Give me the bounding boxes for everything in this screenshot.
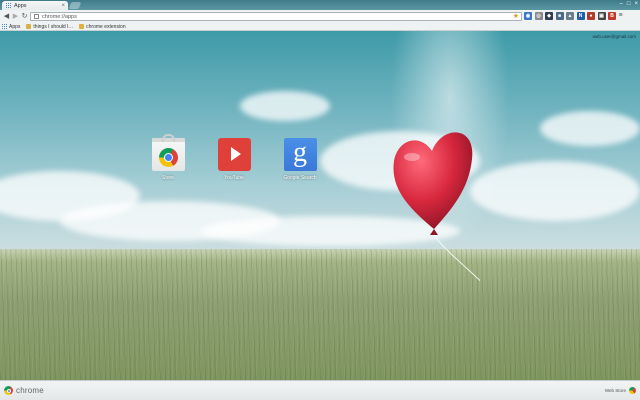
chrome-brand-label: chrome (16, 386, 44, 395)
youtube-icon[interactable] (217, 138, 251, 171)
apps-page: web.user@gmail.com Store YouTube g Googl… (0, 31, 640, 380)
heart-balloon-image (393, 132, 480, 282)
bookmark-label: chrome extension (86, 23, 126, 30)
ext-7-icon[interactable]: ● (587, 12, 595, 20)
close-window-icon[interactable]: × (634, 0, 638, 8)
folder-icon (26, 24, 32, 29)
background-cloud (540, 111, 640, 146)
background-cloud (240, 91, 330, 121)
bookmark-star-icon[interactable]: ★ (513, 13, 519, 20)
ext-1-icon[interactable]: ◉ (524, 12, 532, 20)
menu-hamburger-icon[interactable]: ≡ (619, 12, 623, 20)
maximize-icon[interactable]: □ (627, 0, 631, 8)
ext-8-icon[interactable]: ▣ (597, 12, 606, 20)
app-label[interactable]: Google Search (283, 175, 316, 181)
app-label[interactable]: YouTube (224, 175, 244, 181)
background-grass-field (0, 249, 640, 380)
reload-icon[interactable]: ↻ (20, 12, 29, 21)
omnibox[interactable]: chrome://apps ★ (30, 12, 522, 21)
account-email[interactable]: web.user@gmail.com (593, 34, 636, 39)
ext-4-icon[interactable]: ■ (555, 12, 564, 20)
app-tile-store[interactable]: Store (148, 134, 188, 181)
minimize-icon[interactable]: – (620, 0, 623, 8)
apps-grid-icon (2, 24, 7, 29)
tab-title: Apps (14, 2, 27, 9)
bookmark-label: Apps (9, 23, 21, 30)
bookmark-folder[interactable]: things I should l… (26, 24, 73, 30)
app-tile-google-search[interactable]: g Google Search (280, 138, 320, 181)
forward-arrow-icon[interactable]: ▶ (11, 12, 20, 21)
close-tab-icon[interactable]: × (61, 3, 65, 9)
google-search-icon[interactable]: g (283, 138, 317, 171)
bookmark-label: things I should l… (33, 23, 74, 30)
ext-6-icon[interactable]: N (576, 12, 585, 20)
apps-grid-icon (6, 3, 11, 8)
omnibox-url[interactable]: chrome://apps (42, 14, 510, 20)
app-label[interactable]: Store (162, 175, 174, 181)
ext-9-icon[interactable]: B (608, 12, 616, 20)
web-store-link[interactable]: Web Store (605, 388, 626, 393)
ext-3-icon[interactable]: ◆ (545, 12, 553, 20)
web-store-icon[interactable] (629, 387, 636, 394)
toolbar: ◀ ▶ ↻ chrome://apps ★ ◉ ◎ ◆ ■ ▲ N ● ▣ B ≡ (0, 10, 640, 23)
new-tab-button[interactable] (68, 2, 82, 9)
bookmarks-bar: Apps things I should l… chrome extension (0, 23, 640, 31)
app-tile-youtube[interactable]: YouTube (214, 138, 254, 181)
apps-grid: Store YouTube g Google Search (148, 134, 320, 181)
ext-5-icon[interactable]: ▲ (566, 12, 574, 20)
chrome-logo-icon (4, 386, 13, 395)
bookmark-apps[interactable]: Apps (2, 24, 20, 30)
tab-strip: Apps × – □ × (0, 0, 640, 10)
ext-2-icon[interactable]: ◎ (534, 12, 543, 20)
page-icon (34, 14, 39, 19)
extension-icons: ◉ ◎ ◆ ■ ▲ N ● ▣ B ≡ (524, 12, 623, 20)
back-arrow-icon[interactable]: ◀ (2, 12, 11, 21)
tab-apps[interactable]: Apps × (2, 1, 68, 10)
chrome-web-store-icon[interactable] (151, 134, 185, 171)
background-cloud (470, 161, 640, 221)
window-controls: – □ × (620, 0, 638, 8)
apps-footer: chrome Web Store (0, 380, 640, 400)
bookmark-item[interactable]: chrome extension (79, 23, 126, 30)
bookmark-icon (79, 24, 85, 29)
